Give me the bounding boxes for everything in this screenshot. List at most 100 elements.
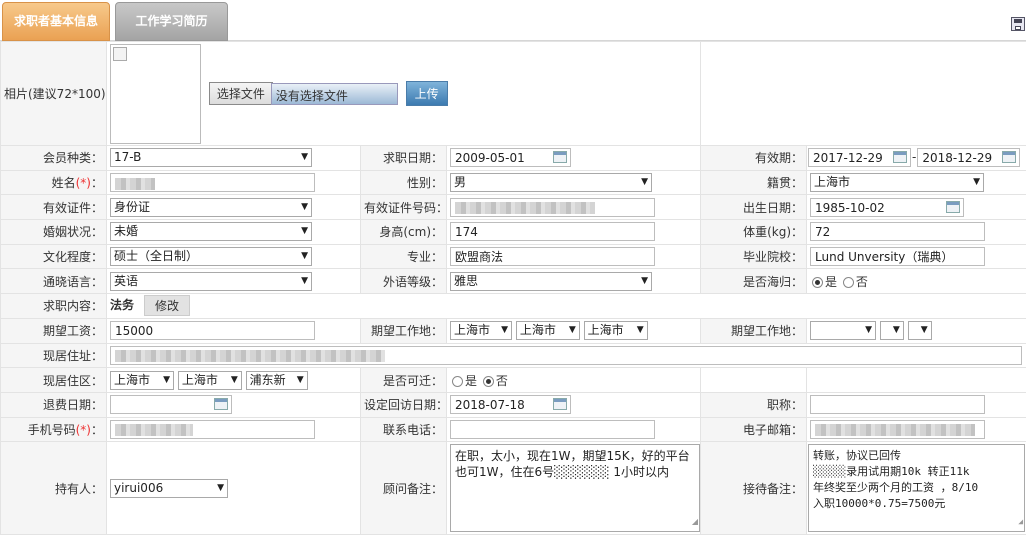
- work-city-select[interactable]: 上海市 ▼: [515, 321, 580, 341]
- chevron-down-icon: ▼: [217, 482, 224, 493]
- choose-file-button[interactable]: 选择文件: [208, 82, 273, 105]
- returnee-no-radio[interactable]: [842, 276, 854, 288]
- photo-preview: [110, 43, 201, 144]
- native-place-select[interactable]: 上海市 ▼: [810, 173, 985, 193]
- valid-to-input[interactable]: 2018-12-29: [917, 148, 1021, 168]
- work-province-select[interactable]: 上海市 ▼: [450, 321, 512, 341]
- returnee-label: 是否海归：: [700, 268, 808, 295]
- chevron-down-icon: ▼: [865, 325, 873, 336]
- chevron-down-icon: ▼: [892, 325, 900, 336]
- major-input[interactable]: 欧盟商法: [450, 247, 655, 267]
- chevron-down-icon: ▼: [641, 177, 648, 188]
- advisor-note-textarea[interactable]: 在职，太小，现在1W，期望15K，好的平台也可1W，住在6号░░░░░░ 1小时…: [450, 444, 700, 533]
- returnee-no-label: 否: [855, 274, 868, 289]
- work-district-2-select[interactable]: ▼: [907, 321, 932, 341]
- relocate-yes-radio[interactable]: [452, 375, 463, 387]
- save-icon[interactable]: [1011, 17, 1025, 31]
- chevron-down-icon: ▼: [301, 201, 308, 212]
- returnee-yes-radio[interactable]: [812, 276, 824, 288]
- id-number-label: 有效证件号码：: [360, 194, 447, 221]
- address-input[interactable]: [110, 345, 1022, 365]
- chevron-down-icon: ▼: [301, 251, 308, 262]
- member-type-select[interactable]: 17-B ▼: [110, 148, 312, 168]
- work-city-2-select[interactable]: ▼: [879, 321, 904, 341]
- owner-select[interactable]: yirui006 ▼: [110, 478, 228, 498]
- address-label: 现居住址：: [0, 342, 107, 369]
- resize-handle-icon[interactable]: ◢: [1018, 514, 1023, 530]
- email-label: 电子邮箱：: [700, 416, 808, 443]
- apply-date-input[interactable]: 2009-05-01: [450, 148, 571, 168]
- language-level-label: 外语等级：: [360, 268, 447, 295]
- owner-label: 持有人：: [0, 441, 107, 536]
- blurred-value: [455, 202, 595, 215]
- candidate-form: 相片(建议72*100)： 选择文件 没有选择文件 上传 会员种类： 17-B ▼ …: [0, 41, 1026, 536]
- chevron-down-icon: ▼: [973, 177, 981, 188]
- resize-handle-icon[interactable]: ◢: [692, 514, 698, 530]
- language-select[interactable]: 英语 ▼: [110, 271, 312, 291]
- relocate-no-radio[interactable]: [482, 375, 494, 387]
- calendar-icon[interactable]: [553, 398, 567, 411]
- relocate-yes-label: 是: [465, 373, 478, 388]
- email-input[interactable]: [810, 419, 986, 439]
- chevron-down-icon: ▼: [301, 275, 308, 286]
- job-content-label: 求职内容：: [0, 293, 107, 319]
- tab-work-study-resume[interactable]: 工作学习简历: [115, 2, 228, 41]
- calendar-icon[interactable]: [893, 151, 908, 164]
- job-title-label: 职称：: [700, 391, 808, 418]
- salary-input[interactable]: 15000: [110, 321, 315, 341]
- blurred-value: [115, 424, 193, 437]
- mobile-input[interactable]: [110, 419, 315, 439]
- blurred-value: [115, 177, 155, 190]
- major-label: 专业：: [360, 243, 447, 270]
- modify-button[interactable]: 修改: [144, 295, 191, 317]
- residence-province-select[interactable]: 上海市 ▼: [110, 370, 174, 390]
- chevron-down-icon: ▼: [636, 325, 644, 336]
- chevron-down-icon: ▼: [301, 152, 308, 163]
- work-district-select[interactable]: 上海市 ▼: [583, 321, 648, 341]
- advisor-note-label: 顾问备注：: [360, 441, 447, 536]
- residence-area-select[interactable]: 浦东新 ▼: [245, 370, 308, 390]
- name-input[interactable]: [110, 173, 315, 193]
- tab-bar: 求职者基本信息 工作学习简历: [0, 0, 1026, 41]
- mobile-label: 手机号码(*)：: [0, 416, 107, 443]
- refund-date-input[interactable]: [110, 395, 232, 415]
- id-type-label: 有效证件：: [0, 194, 107, 221]
- refund-date-label: 退费日期：: [0, 391, 107, 418]
- relocate-no-label: 否: [495, 373, 508, 388]
- member-type-label: 会员种类：: [0, 145, 107, 171]
- weight-input[interactable]: 72: [810, 222, 986, 242]
- callback-date-label: 设定回访日期：: [360, 391, 447, 418]
- residence-district-label: 现居住区：: [0, 367, 107, 393]
- school-input[interactable]: Lund Unversity（瑞典）: [810, 247, 986, 267]
- chevron-down-icon: ▼: [230, 374, 238, 385]
- tab-basic-info[interactable]: 求职者基本信息: [2, 2, 110, 41]
- upload-button[interactable]: 上传: [405, 81, 448, 106]
- language-level-select[interactable]: 雅思 ▼: [450, 271, 652, 291]
- job-title-input[interactable]: [810, 395, 986, 415]
- blurred-value: [815, 424, 976, 437]
- calendar-icon[interactable]: [553, 151, 567, 164]
- birth-date-input[interactable]: 1985-10-02: [810, 197, 965, 217]
- phone-input[interactable]: [450, 419, 655, 439]
- calendar-icon[interactable]: [214, 398, 228, 411]
- birth-date-label: 出生日期：: [700, 194, 808, 221]
- height-input[interactable]: 174: [450, 222, 655, 242]
- gender-select[interactable]: 男 ▼: [450, 173, 652, 193]
- id-number-input[interactable]: [450, 197, 655, 217]
- chevron-down-icon: ▼: [296, 374, 304, 385]
- reception-note-label: 接待备注：: [700, 441, 808, 536]
- valid-from-input[interactable]: 2017-12-29: [808, 148, 912, 168]
- language-label: 通晓语言：: [0, 268, 107, 295]
- reception-note-textarea[interactable]: 转账，协议已回传 ░░░░░录用试用期10k 转正11k 年终奖至少两个月的工资…: [808, 444, 1026, 533]
- callback-date-input[interactable]: 2018-07-18: [450, 395, 571, 415]
- calendar-icon[interactable]: [946, 200, 961, 213]
- chevron-down-icon: ▼: [501, 325, 508, 336]
- calendar-icon[interactable]: [1002, 151, 1017, 164]
- education-select[interactable]: 硕士（全日制） ▼: [110, 247, 312, 267]
- education-label: 文化程度：: [0, 243, 107, 270]
- id-type-select[interactable]: 身份证 ▼: [110, 197, 312, 217]
- marital-select[interactable]: 未婚 ▼: [110, 222, 312, 242]
- work-province-2-select[interactable]: ▼: [810, 321, 877, 341]
- work-place-label: 期望工作地：: [360, 317, 447, 344]
- residence-city-select[interactable]: 上海市 ▼: [177, 370, 242, 390]
